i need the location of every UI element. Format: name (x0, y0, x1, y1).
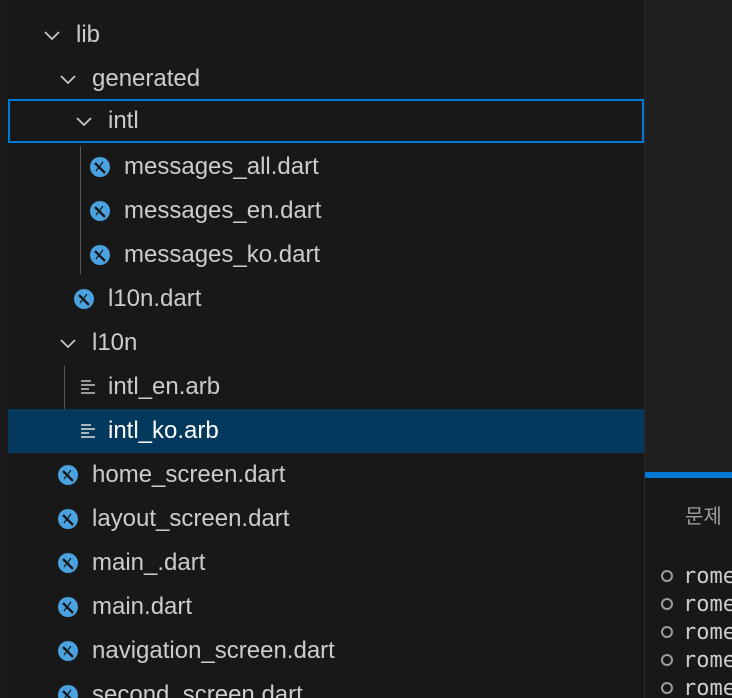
tree-item-label: layout_screen.dart (92, 505, 290, 532)
terminal-line: rome (661, 674, 732, 698)
terminal-line-text: rome (683, 591, 732, 617)
dart-file-icon (88, 199, 112, 223)
chevron-down-icon (57, 68, 79, 90)
tree-item-label: second_screen.dart (92, 681, 303, 698)
chevron-down-icon (41, 24, 63, 46)
tree-item-label: main.dart (92, 593, 193, 620)
dart-file-icon (88, 243, 112, 267)
tree-item-label: navigation_screen.dart (92, 637, 335, 664)
tree-file-main[interactable]: main.dart (8, 585, 644, 629)
tree-item-label: messages_ko.dart (124, 241, 321, 268)
tree-item-label: generated (92, 65, 201, 92)
terminal-line-text: rome (683, 619, 732, 645)
tab-problems[interactable]: 문제 (685, 500, 722, 529)
terminal-line: rome (661, 590, 732, 618)
tree-item-label: messages_all.dart (124, 153, 319, 180)
tree-item-label: intl (108, 107, 139, 134)
tree-folder-intl[interactable]: intl (8, 99, 644, 143)
dart-file-icon (56, 551, 80, 575)
tree-file-l10n-dart[interactable]: l10n.dart (8, 277, 644, 321)
tree-file-main-underscore[interactable]: main_.dart (8, 541, 644, 585)
tree-file-navigation-screen[interactable]: navigation_screen.dart (8, 629, 644, 673)
terminal-line-text: rome (683, 675, 732, 698)
file-explorer: lib generated intl messages_all.dart mes… (8, 0, 645, 698)
circle-icon (661, 570, 673, 582)
tree-folder-l10n[interactable]: l10n (8, 321, 644, 365)
tree-item-label: lib (76, 21, 101, 48)
dart-file-icon (88, 155, 112, 179)
tree-item-label: intl_ko.arb (108, 417, 219, 444)
circle-icon (661, 654, 673, 666)
tree-file-messages-en[interactable]: messages_en.dart (8, 189, 644, 233)
tree-file-messages-all[interactable]: messages_all.dart (8, 145, 644, 189)
terminal-line-text: rome (683, 647, 732, 673)
terminal-line: rome (661, 618, 732, 646)
lines-file-icon (76, 419, 100, 443)
circle-icon (661, 598, 673, 610)
terminal-line-text: rome (683, 563, 732, 589)
tree-file-layout-screen[interactable]: layout_screen.dart (8, 497, 644, 541)
tree-file-messages-ko[interactable]: messages_ko.dart (8, 233, 644, 277)
terminal-line: rome (661, 562, 732, 590)
chevron-down-icon (57, 332, 79, 354)
vscode-window: lib generated intl messages_all.dart mes… (0, 0, 732, 698)
dart-file-icon (56, 507, 80, 531)
dart-file-icon (56, 463, 80, 487)
tree-file-intl-ko-arb[interactable]: intl_ko.arb (8, 409, 644, 453)
tree-file-intl-en-arb[interactable]: intl_en.arb (8, 365, 644, 409)
activity-bar-edge (0, 0, 8, 698)
tree-item-label: intl_en.arb (108, 373, 221, 400)
tree-file-second-screen[interactable]: second_screen.dart (8, 673, 644, 698)
circle-icon (661, 626, 673, 638)
tree-item-label: l10n.dart (108, 285, 202, 312)
tree-item-label: l10n (92, 329, 138, 356)
tree-item-label: messages_en.dart (124, 197, 322, 224)
terminal-line: rome (661, 646, 732, 674)
dart-file-icon (56, 595, 80, 619)
tree-item-label: home_screen.dart (92, 461, 286, 488)
chevron-down-icon (73, 110, 95, 132)
tree-folder-lib[interactable]: lib (8, 13, 644, 57)
tree-folder-generated[interactable]: generated (8, 57, 644, 101)
tree-item-label: main_.dart (92, 549, 206, 576)
dart-file-icon (72, 287, 96, 311)
tree-file-home-screen[interactable]: home_screen.dart (8, 453, 644, 497)
circle-icon (661, 682, 673, 694)
dart-file-icon (56, 683, 80, 698)
lines-file-icon (76, 375, 100, 399)
dart-file-icon (56, 639, 80, 663)
editor-area: 문제 rome rome rome rome rome (645, 0, 732, 698)
